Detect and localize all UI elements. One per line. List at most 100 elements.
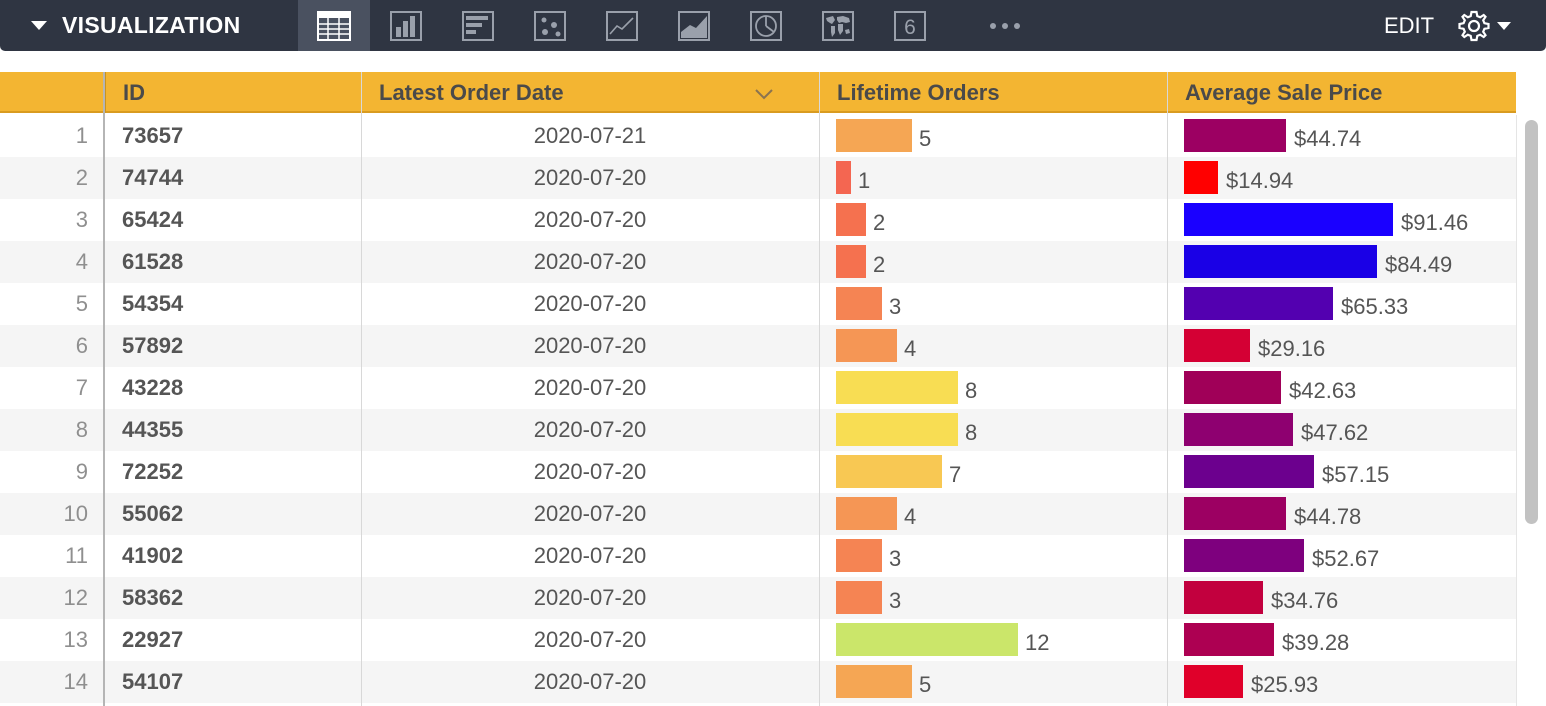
orders-value: 3 bbox=[889, 294, 902, 319]
cell-id[interactable]: 72252 bbox=[122, 451, 183, 493]
cell-id[interactable]: 54354 bbox=[122, 283, 183, 325]
more-icon bbox=[990, 22, 1020, 29]
vertical-scrollbar[interactable] bbox=[1516, 115, 1546, 706]
orders-bar bbox=[836, 623, 1018, 656]
map-chart-button[interactable] bbox=[802, 0, 874, 51]
cell-latest-order-date[interactable]: 2020-07-20 bbox=[361, 199, 819, 241]
cell-id[interactable]: 74744 bbox=[122, 157, 183, 199]
cell-id[interactable]: 73657 bbox=[122, 115, 183, 157]
row-number: 8 bbox=[75, 417, 88, 442]
price-bar bbox=[1184, 245, 1377, 278]
cell-latest-order-date[interactable]: 2020-07-20 bbox=[361, 409, 819, 451]
price-bar bbox=[1184, 665, 1243, 698]
price-value: $65.33 bbox=[1341, 294, 1409, 319]
price-bar bbox=[1184, 581, 1263, 614]
cell-latest-order-date[interactable]: 2020-07-20 bbox=[361, 535, 819, 577]
row-number: 14 bbox=[63, 669, 88, 694]
cell-latest-order-date[interactable]: 2020-07-20 bbox=[361, 451, 819, 493]
row-number: 10 bbox=[63, 501, 88, 526]
cell-id[interactable]: 65424 bbox=[122, 199, 183, 241]
orders-value: 3 bbox=[889, 546, 902, 571]
cell-id[interactable]: 55062 bbox=[122, 493, 183, 535]
orders-bar bbox=[836, 581, 882, 614]
table-row: 3 65424 2020-07-20 2 $91.46 bbox=[0, 199, 1516, 241]
gear-icon bbox=[1458, 10, 1490, 41]
area-chart-icon bbox=[678, 10, 710, 41]
cell-latest-order-date[interactable]: 2020-07-20 bbox=[361, 619, 819, 661]
table-row: 6 57892 2020-07-20 4 $29.16 bbox=[0, 325, 1516, 367]
table-row: 1 73657 2020-07-21 5 $44.74 bbox=[0, 115, 1516, 157]
cell-id[interactable]: 57892 bbox=[122, 325, 183, 367]
table-body: 1 73657 2020-07-21 5 $44.74 2 74744 2020-07-20 1… bbox=[0, 115, 1516, 703]
cell-id[interactable]: 61528 bbox=[122, 241, 183, 283]
single-value-glyph: 6 bbox=[904, 16, 916, 39]
price-value: $25.93 bbox=[1251, 672, 1319, 697]
cell-id[interactable]: 58362 bbox=[122, 577, 183, 619]
price-value: $42.63 bbox=[1289, 378, 1357, 403]
orders-bar bbox=[836, 665, 912, 698]
cell-latest-order-date[interactable]: 2020-07-21 bbox=[361, 115, 819, 157]
world-map-icon bbox=[822, 10, 854, 41]
cell-id[interactable]: 54107 bbox=[122, 661, 183, 703]
cell-id[interactable]: 43228 bbox=[122, 367, 183, 409]
cell-latest-order-date[interactable]: 2020-07-20 bbox=[361, 661, 819, 703]
line-chart-button[interactable] bbox=[586, 0, 658, 51]
line-chart-icon bbox=[606, 10, 638, 41]
cell-latest-order-date[interactable]: 2020-07-20 bbox=[361, 283, 819, 325]
cell-latest-order-date[interactable]: 2020-07-20 bbox=[361, 577, 819, 619]
edit-button[interactable]: EDIT bbox=[1384, 0, 1434, 51]
scatter-chart-button[interactable] bbox=[514, 0, 586, 51]
cell-id[interactable]: 41902 bbox=[122, 535, 183, 577]
orders-value: 1 bbox=[858, 168, 871, 193]
table-row: 11 41902 2020-07-20 3 $52.67 bbox=[0, 535, 1516, 577]
price-bar bbox=[1184, 329, 1250, 362]
orders-value: 5 bbox=[919, 672, 932, 697]
cell-latest-order-date[interactable]: 2020-07-20 bbox=[361, 367, 819, 409]
more-charts-button[interactable] bbox=[969, 0, 1041, 51]
pie-chart-icon bbox=[750, 10, 782, 41]
price-bar bbox=[1184, 287, 1333, 320]
price-value: $57.15 bbox=[1322, 462, 1390, 487]
single-value-button[interactable]: 6 bbox=[874, 0, 946, 51]
orders-value: 3 bbox=[889, 588, 902, 613]
settings-menu-button[interactable] bbox=[1457, 0, 1517, 51]
price-value: $84.49 bbox=[1385, 252, 1453, 277]
orders-value: 4 bbox=[904, 504, 917, 529]
row-number: 9 bbox=[75, 459, 88, 484]
area-chart-button[interactable] bbox=[658, 0, 730, 51]
table-row: 8 44355 2020-07-20 8 $47.62 bbox=[0, 409, 1516, 451]
sort-descending-icon[interactable] bbox=[754, 87, 774, 101]
bar-chart-button[interactable] bbox=[442, 0, 514, 51]
cell-latest-order-date[interactable]: 2020-07-20 bbox=[361, 325, 819, 367]
price-bar bbox=[1184, 497, 1286, 530]
scatter-chart-icon bbox=[534, 10, 566, 41]
pie-chart-button[interactable] bbox=[730, 0, 802, 51]
orders-bar bbox=[836, 203, 866, 236]
column-divider bbox=[361, 72, 362, 706]
orders-value: 2 bbox=[873, 210, 886, 235]
cell-latest-order-date[interactable]: 2020-07-20 bbox=[361, 493, 819, 535]
row-number: 13 bbox=[63, 627, 88, 652]
column-header-average-sale-price[interactable]: Average Sale Price bbox=[1167, 72, 1516, 113]
price-value: $44.78 bbox=[1294, 504, 1362, 529]
visualization-toggle[interactable]: VISUALIZATION bbox=[0, 0, 298, 51]
cell-id[interactable]: 22927 bbox=[122, 619, 183, 661]
cell-id[interactable]: 44355 bbox=[122, 409, 183, 451]
table-row: 10 55062 2020-07-20 4 $44.78 bbox=[0, 493, 1516, 535]
caret-down-icon bbox=[1497, 21, 1511, 30]
column-header-id[interactable]: ID bbox=[104, 72, 361, 113]
table-chart-button[interactable] bbox=[298, 0, 370, 51]
table-row: 4 61528 2020-07-20 2 $84.49 bbox=[0, 241, 1516, 283]
price-value: $14.94 bbox=[1226, 168, 1294, 193]
column-header-lifetime-orders[interactable]: Lifetime Orders bbox=[819, 72, 1167, 113]
price-value: $52.67 bbox=[1312, 546, 1380, 571]
cell-latest-order-date[interactable]: 2020-07-20 bbox=[361, 157, 819, 199]
row-number: 3 bbox=[75, 207, 88, 232]
price-value: $91.46 bbox=[1401, 210, 1469, 235]
price-bar bbox=[1184, 371, 1281, 404]
scrollbar-thumb[interactable] bbox=[1525, 120, 1538, 524]
column-header-latest-order-date[interactable]: Latest Order Date bbox=[361, 72, 819, 113]
cell-latest-order-date[interactable]: 2020-07-20 bbox=[361, 241, 819, 283]
column-divider bbox=[819, 72, 820, 706]
column-chart-button[interactable] bbox=[370, 0, 442, 51]
